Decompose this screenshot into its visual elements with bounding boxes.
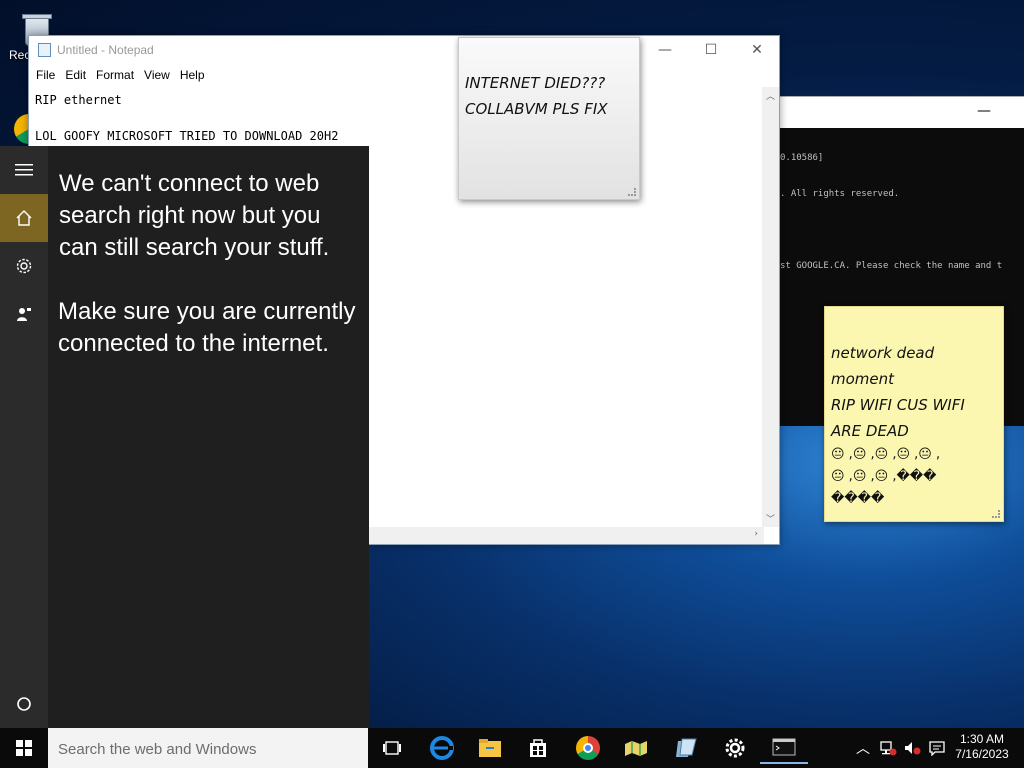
menu-edit[interactable]: Edit — [60, 65, 91, 87]
resize-grip-icon[interactable] — [628, 188, 636, 196]
scroll-up-icon[interactable]: ︿ — [766, 89, 775, 102]
clock-time: 1:30 AM — [959, 732, 1005, 746]
cmd-output: 0.10586] . All rights reserved. st GOOGL… — [780, 128, 1024, 296]
close-button[interactable]: ✕ — [734, 36, 780, 65]
menu-help[interactable]: Help — [175, 65, 210, 87]
taskbar-search-box[interactable] — [48, 728, 368, 768]
scroll-right-icon[interactable]: › — [754, 529, 758, 539]
command-prompt-taskbar-icon[interactable] — [760, 732, 808, 764]
sticky-note-gray[interactable]: INTERNET DIED??? COLLABVM PLS FIX — [458, 37, 640, 200]
sticky-line: INTERNET DIED??? — [465, 74, 606, 92]
sticky-line: RIP WIFI CUS WIFI — [831, 396, 965, 414]
cmd-minimize-button[interactable]: — — [976, 103, 992, 119]
sticky-note-text[interactable]: INTERNET DIED??? COLLABVM PLS FIX — [459, 38, 639, 122]
connection-hint-message: Make sure you are currently connected to… — [58, 298, 356, 357]
sticky-notes-icon[interactable] — [662, 732, 710, 764]
task-view-icon[interactable] — [368, 732, 416, 764]
cmd-titlebar[interactable]: — — [780, 97, 1024, 128]
sticky-line: 😐 ,😐 ,😐 ,😐 ,😐 , — [831, 447, 941, 462]
minimize-button[interactable]: — — [642, 36, 688, 65]
search-input[interactable] — [58, 738, 358, 760]
settings-gear-icon[interactable] — [711, 732, 759, 764]
sticky-line: ���� — [831, 491, 885, 506]
sticky-line: COLLABVM PLS FIX — [465, 100, 608, 118]
search-panel-rail — [0, 146, 48, 728]
sticky-line: ARE DEAD — [831, 422, 909, 440]
sticky-line: moment — [831, 370, 895, 388]
cmd-line: st GOOGLE.CA. Please check the name and … — [780, 261, 1003, 271]
menu-bar: File Edit Format View Help — [29, 65, 779, 87]
taskbar: ︿ 1:30 AM 7/16/2023 — [0, 728, 1024, 768]
action-center-icon[interactable] — [926, 728, 948, 768]
edge-browser-icon[interactable] — [418, 732, 466, 764]
taskbar-clock[interactable]: 1:30 AM 7/16/2023 — [950, 732, 1014, 762]
sticky-note-text[interactable]: network dead moment RIP WIFI CUS WIFI AR… — [825, 307, 1003, 510]
show-hidden-icons-chevron-icon[interactable]: ︿ — [852, 728, 874, 768]
maximize-button[interactable]: ☐ — [688, 36, 734, 65]
store-icon[interactable] — [514, 732, 562, 764]
home-icon[interactable] — [0, 194, 48, 242]
start-button[interactable] — [0, 728, 48, 768]
menu-format[interactable]: Format — [91, 65, 139, 87]
cmd-line: . All rights reserved. — [780, 189, 900, 199]
notepad-icon — [38, 43, 51, 57]
gear-icon[interactable] — [0, 242, 48, 290]
notepad-titlebar[interactable]: Untitled - Notepad — ☐ ✕ — [29, 36, 779, 65]
network-icon[interactable] — [876, 728, 900, 768]
search-panel: We can't connect to web search right now… — [0, 146, 369, 728]
vertical-scrollbar[interactable]: ︿ ﹀ — [762, 87, 779, 527]
sticky-line: 😐 ,😐 ,😐 ,��� — [831, 469, 937, 484]
windows-logo-icon — [16, 740, 32, 756]
menu-file[interactable]: File — [31, 65, 60, 87]
menu-view[interactable]: View — [139, 65, 175, 87]
cortana-circle-icon[interactable] — [0, 680, 48, 728]
sticky-line: network dead — [831, 344, 935, 362]
volume-icon[interactable] — [900, 728, 924, 768]
maps-icon[interactable] — [612, 732, 660, 764]
file-explorer-icon[interactable] — [466, 732, 514, 764]
sticky-note-yellow[interactable]: network dead moment RIP WIFI CUS WIFI AR… — [824, 306, 1004, 522]
hamburger-menu-icon[interactable] — [0, 146, 48, 194]
cmd-line — [780, 224, 1024, 236]
cmd-line: 0.10586] — [780, 153, 824, 163]
no-connection-message: We can't connect to web search right now… — [59, 170, 330, 261]
resize-grip-icon[interactable] — [992, 510, 1000, 518]
clock-date: 7/16/2023 — [955, 747, 1009, 761]
window-title: Untitled - Notepad — [57, 43, 154, 57]
chrome-icon[interactable] — [564, 732, 612, 764]
scroll-down-icon[interactable]: ﹀ — [766, 512, 775, 525]
feedback-icon[interactable] — [0, 290, 48, 338]
